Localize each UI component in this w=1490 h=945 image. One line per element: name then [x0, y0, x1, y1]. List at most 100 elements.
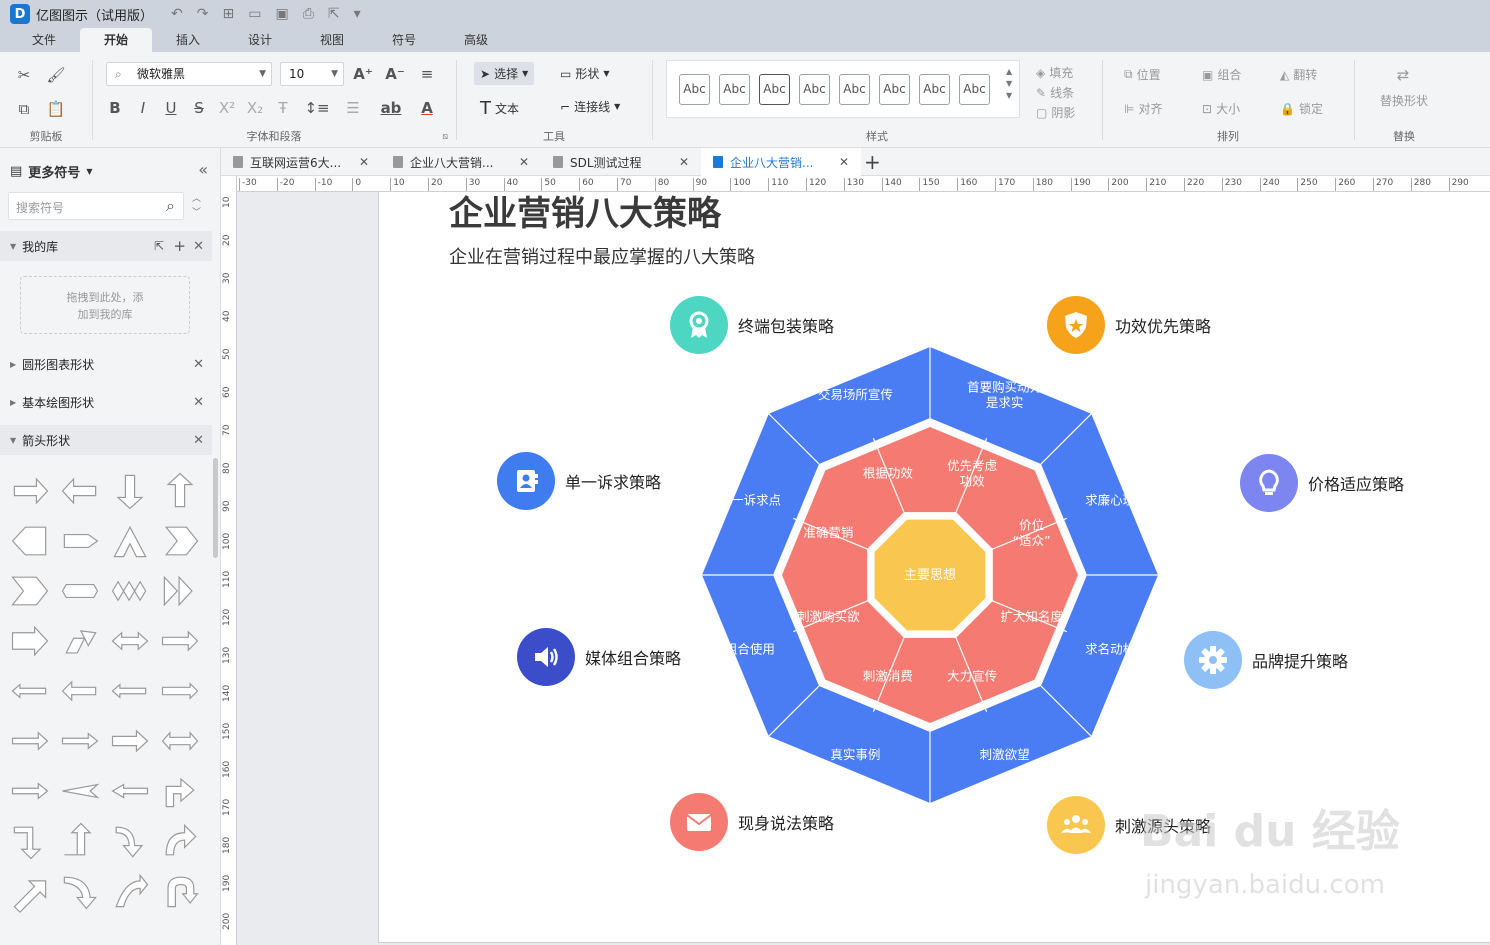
save-icon[interactable]: ▣	[275, 6, 288, 22]
close-icon[interactable]: ✕	[193, 239, 204, 254]
strikethrough-icon[interactable]: S	[188, 97, 210, 119]
font-family-select[interactable]: ⌕ 微软雅黑 ▼	[106, 62, 272, 86]
panel-scrollbar[interactable]	[213, 458, 218, 558]
arrow-shape[interactable]	[55, 866, 105, 916]
symbol-search-input[interactable]: 搜索符号 ⌕	[8, 192, 184, 220]
library-drop-zone[interactable]: 拖拽到此处，添 加到我的库	[20, 276, 190, 334]
style-sample-4[interactable]: Abc	[799, 74, 830, 105]
arrow-shape[interactable]	[155, 766, 205, 816]
arrow-shape[interactable]	[105, 716, 155, 766]
inner-segment-label[interactable]: 准确营销	[803, 524, 853, 539]
outer-segment-label[interactable]: 求名动机	[1085, 641, 1136, 656]
arrow-shape[interactable]	[55, 566, 105, 616]
close-icon[interactable]: ✕	[519, 155, 529, 169]
bold-icon[interactable]: B	[104, 97, 126, 119]
strategy-item[interactable]: 现身说法策略	[670, 793, 834, 851]
close-icon[interactable]: ✕	[359, 155, 369, 169]
arrow-shape[interactable]	[5, 766, 55, 816]
menu-view[interactable]: 视图	[296, 28, 368, 52]
shadow-button[interactable]: ▢ 阴影	[1036, 104, 1075, 121]
strategy-item[interactable]: 功效优先策略	[1047, 296, 1211, 354]
replace-shape-icon[interactable]: ⇄	[1392, 64, 1414, 86]
outer-segment-label[interactable]: 交易场所宣传	[818, 386, 893, 401]
expand-icon[interactable]: ⧅	[442, 132, 448, 142]
arrow-shape[interactable]	[5, 466, 55, 516]
outer-segment-label[interactable]: 求廉心理	[1085, 492, 1136, 507]
style-sample-8[interactable]: Abc	[959, 74, 990, 105]
style-sample-6[interactable]: Abc	[879, 74, 910, 105]
outer-segment-label[interactable]: 刺激欲望	[980, 747, 1030, 762]
format-painter-icon[interactable]: 🖌	[45, 64, 67, 86]
align-button[interactable]: ⊫ 对齐	[1124, 100, 1162, 117]
menu-file[interactable]: 文件	[8, 28, 80, 52]
doc-tab-1[interactable]: 互联网运营6大... ✕	[221, 148, 381, 176]
doc-tab-2[interactable]: 企业八大营销... ✕	[381, 148, 541, 176]
size-button[interactable]: ⊡ 大小	[1202, 100, 1240, 117]
text-button[interactable]: T 文本	[480, 98, 519, 119]
font-size-select[interactable]: 10 ▼	[280, 62, 344, 86]
search-scroll[interactable]: ︿ ﹀	[192, 192, 201, 220]
new-icon[interactable]: ⊞	[222, 6, 234, 22]
inner-segment-label[interactable]: 大力宣传	[947, 668, 997, 683]
arrow-shape[interactable]	[105, 616, 155, 666]
fill-button[interactable]: ◈ 填充	[1036, 64, 1073, 81]
outer-segment-label[interactable]: 组合使用	[725, 641, 775, 656]
arrow-shape[interactable]	[155, 866, 205, 916]
undo-icon[interactable]: ↶	[171, 6, 183, 22]
export-icon[interactable]: ⇱	[154, 239, 164, 253]
line-spacing-icon[interactable]: ↕≡	[304, 97, 329, 119]
arrow-shape[interactable]	[5, 566, 55, 616]
octagon-diagram[interactable]: 主要思想首要购买动力是求实求廉心理求名动机刺激欲望真实事例组合使用单一诉求点交易…	[700, 340, 1160, 810]
arrow-shape[interactable]	[105, 566, 155, 616]
menu-design[interactable]: 设计	[224, 28, 296, 52]
diagram-title[interactable]: 企业营销八大策略	[449, 192, 721, 236]
arrow-shape[interactable]	[105, 866, 155, 916]
paste-icon[interactable]: 📋	[45, 98, 67, 120]
position-button[interactable]: ⧉ 位置	[1124, 66, 1161, 83]
arrow-shape[interactable]	[155, 816, 205, 866]
arrow-shape[interactable]	[155, 616, 205, 666]
doc-tab-3[interactable]: SDL测试过程 ✕	[541, 148, 701, 176]
text-style-icon[interactable]: Ŧ	[272, 97, 294, 119]
grow-font-icon[interactable]: A⁺	[352, 63, 374, 85]
group-button[interactable]: ▣ 组合	[1202, 66, 1241, 83]
arrow-shape[interactable]	[55, 816, 105, 866]
open-icon[interactable]: ▭	[248, 6, 261, 22]
arrow-shape[interactable]	[155, 466, 205, 516]
shape-button[interactable]: ▭ 形状 ▼	[560, 65, 610, 82]
strategy-item[interactable]: 单一诉求策略	[497, 452, 661, 510]
font-color-icon[interactable]: A	[416, 97, 438, 119]
library-item-basic-drawing[interactable]: ▶ 基本绘图形状 ✕	[0, 387, 212, 417]
underline-icon[interactable]: U	[160, 97, 182, 119]
arrow-shape[interactable]	[5, 616, 55, 666]
line-button[interactable]: ✎ 线条	[1036, 84, 1074, 101]
cut-icon[interactable]: ✂	[13, 64, 35, 86]
subscript-icon[interactable]: X₂	[244, 97, 266, 119]
arrow-shape[interactable]	[5, 716, 55, 766]
arrow-shape[interactable]	[5, 816, 55, 866]
arrow-shape[interactable]	[155, 516, 205, 566]
replace-shape-button[interactable]: 替换形状	[1372, 92, 1436, 109]
style-sample-2[interactable]: Abc	[719, 74, 750, 105]
center-label[interactable]: 主要思想	[904, 567, 956, 583]
strategy-item[interactable]: 品牌提升策略	[1184, 631, 1348, 689]
shrink-font-icon[interactable]: A⁻	[384, 63, 406, 85]
strategy-item[interactable]: 价格适应策略	[1240, 454, 1404, 512]
italic-icon[interactable]: I	[132, 97, 154, 119]
arrow-shape[interactable]	[5, 866, 55, 916]
close-icon[interactable]: ✕	[193, 395, 204, 410]
style-sample-5[interactable]: Abc	[839, 74, 870, 105]
collapse-panel-icon[interactable]: «	[198, 160, 208, 179]
strategy-item[interactable]: 终端包装策略	[670, 296, 834, 354]
inner-segment-label[interactable]: 扩大知名度	[1000, 609, 1063, 624]
add-icon[interactable]: +	[173, 237, 186, 255]
close-icon[interactable]: ✕	[679, 155, 689, 169]
menu-advanced[interactable]: 高级	[440, 28, 512, 52]
select-button[interactable]: ➤ 选择 ▼	[474, 62, 535, 85]
strategy-item[interactable]: 媒体组合策略	[517, 628, 681, 686]
arrow-shape[interactable]	[105, 766, 155, 816]
style-sample-3[interactable]: Abc	[759, 74, 790, 105]
gallery-scroll[interactable]: ▲ ▼ ▼	[1006, 66, 1012, 102]
menu-home[interactable]: 开始	[80, 28, 152, 52]
menu-insert[interactable]: 插入	[152, 28, 224, 52]
